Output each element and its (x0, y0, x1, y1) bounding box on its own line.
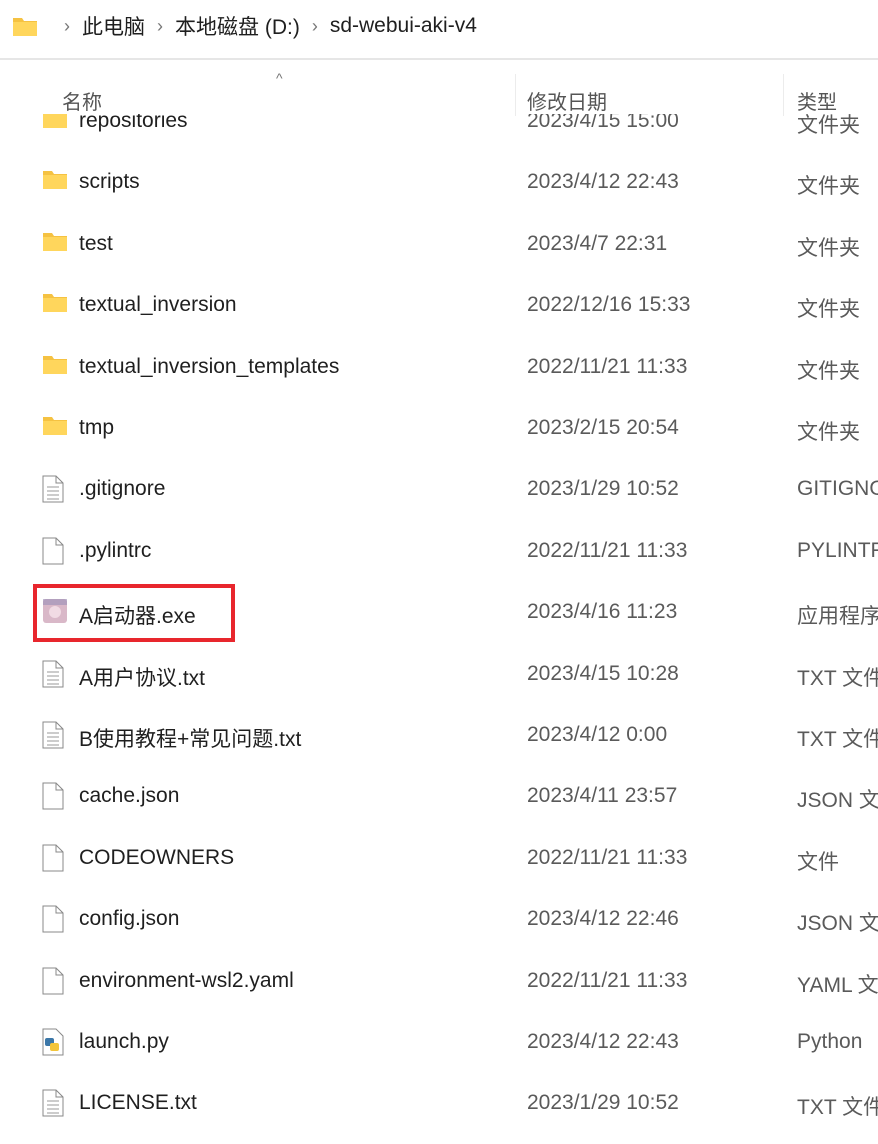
file-row[interactable]: config.json 2023/4/12 22:46 JSON 文 (0, 889, 878, 950)
file-date: 2023/1/29 10:52 (527, 1091, 679, 1115)
file-date: 2022/11/21 11:33 (527, 968, 688, 992)
file-date: 2023/4/12 0:00 (527, 723, 668, 746)
file-type: PYLINTF (797, 538, 878, 562)
file-name: environment-wsl2.yaml (79, 968, 294, 992)
file-type: 应用程序 (797, 605, 878, 629)
file-row[interactable]: CODEOWNERS 2022/11/21 11:33 文件 (0, 828, 878, 889)
column-divider[interactable] (515, 74, 516, 116)
file-type: 文件夹 (797, 298, 860, 322)
blank-file-icon (42, 844, 68, 872)
file-date: 2023/4/7 22:31 (527, 231, 668, 255)
file-name: .gitignore (79, 477, 166, 501)
highlight-box (33, 584, 235, 642)
breadcrumb-item[interactable]: 本地磁盘 (D:) (175, 11, 300, 41)
column-type[interactable]: 类型 (797, 86, 837, 115)
file-name: textual_inversion (79, 293, 237, 317)
file-name: CODEOWNERS (79, 845, 235, 869)
file-row[interactable]: LICENSE.txt 2023/1/29 10:52 TXT 文件 (0, 1073, 878, 1134)
file-date: 2022/11/21 11:33 (527, 354, 688, 378)
breadcrumb-item[interactable]: sd-webui-aki-v4 (330, 14, 477, 38)
folder-icon (42, 168, 68, 194)
text-file-icon (42, 475, 68, 503)
folder-icon (42, 230, 68, 256)
file-name: scripts (79, 170, 140, 194)
file-row[interactable]: textual_inversion 2022/12/16 15:33 文件夹 (0, 275, 878, 336)
divider (0, 58, 878, 60)
file-name: .pylintrc (79, 538, 152, 562)
chevron-right-icon: › (157, 15, 163, 36)
column-header: ^ 名称 修改日期 类型 (0, 62, 878, 116)
file-type: Python (797, 1030, 863, 1053)
file-type: 文件夹 (797, 359, 860, 383)
file-date: 2023/1/29 10:52 (527, 477, 679, 501)
file-type: 文件 (797, 850, 839, 874)
text-file-icon (42, 660, 68, 688)
breadcrumb-item[interactable]: 此电脑 (82, 11, 145, 41)
file-type: GITIGNO (797, 477, 878, 501)
folder-icon (42, 414, 68, 440)
file-type: JSON 文 (797, 912, 878, 936)
blank-file-icon (42, 537, 68, 565)
file-name: B使用教程+常见问题.txt (79, 728, 302, 751)
file-name: launch.py (79, 1030, 169, 1053)
file-name: textual_inversion_templates (79, 354, 340, 378)
file-date: 2022/11/21 11:33 (527, 845, 688, 869)
blank-file-icon (42, 967, 68, 995)
file-row[interactable]: A用户协议.txt 2023/4/15 10:28 TXT 文件 (0, 644, 878, 705)
folder-icon (13, 18, 37, 36)
file-name: test (79, 231, 113, 255)
folder-icon (42, 353, 68, 379)
sort-ascending-icon: ^ (276, 70, 283, 86)
file-type: JSON 文 (797, 789, 878, 813)
file-type: TXT 文件 (797, 666, 878, 690)
file-date: 2023/4/11 23:57 (527, 784, 678, 808)
column-date[interactable]: 修改日期 (527, 86, 607, 115)
file-type: YAML 文 (797, 973, 878, 997)
file-type: 文件夹 (797, 175, 860, 199)
file-row[interactable]: launch.py 2023/4/12 22:43 Python (0, 1012, 878, 1073)
file-row[interactable]: environment-wsl2.yaml 2022/11/21 11:33 YAM… (0, 951, 878, 1012)
file-row[interactable]: .pylintrc 2022/11/21 11:33 PYLINTF (0, 521, 878, 582)
file-name: A用户协议.txt (79, 666, 206, 690)
file-name: cache.json (79, 784, 180, 808)
file-date: 2023/4/12 22:46 (527, 907, 679, 931)
file-name: config.json (79, 907, 180, 931)
file-type: TXT 文件 (797, 1096, 878, 1120)
file-type: 文件夹 (797, 421, 860, 444)
file-name: LICENSE.txt (79, 1091, 197, 1115)
file-name: tmp (79, 416, 115, 439)
file-type: TXT 文件 (797, 728, 878, 751)
file-row[interactable]: scripts 2023/4/12 22:43 文件夹 (0, 152, 878, 213)
file-date: 2023/4/16 11:23 (527, 600, 678, 624)
python-icon (42, 1028, 68, 1056)
text-file-icon (42, 721, 68, 749)
file-row[interactable]: textual_inversion_templates 2022/11/21 11… (0, 337, 878, 398)
column-divider[interactable] (783, 74, 784, 116)
file-row[interactable]: .gitignore 2023/1/29 10:52 GITIGNO (0, 459, 878, 520)
file-row[interactable]: test 2023/4/7 22:31 文件夹 (0, 214, 878, 275)
file-date: 2023/2/15 20:54 (527, 416, 679, 439)
folder-icon (42, 291, 68, 317)
blank-file-icon (42, 905, 68, 933)
file-row[interactable]: tmp 2023/2/15 20:54 文件夹 (0, 398, 878, 459)
file-row[interactable]: cache.json 2023/4/11 23:57 JSON 文 (0, 766, 878, 827)
file-row[interactable]: B使用教程+常见问题.txt 2023/4/12 0:00 TXT 文件 (0, 705, 878, 766)
file-date: 2023/4/12 22:43 (527, 1030, 679, 1053)
file-date: 2023/4/15 10:28 (527, 661, 679, 685)
file-date: 2022/12/16 15:33 (527, 293, 691, 317)
text-file-icon (42, 1089, 68, 1117)
file-date: 2022/11/21 11:33 (527, 538, 688, 562)
chevron-right-icon: › (64, 15, 70, 36)
column-name[interactable]: 名称 (62, 86, 102, 115)
breadcrumb: › 此电脑 › 本地磁盘 (D:) › sd-webui-aki-v4 (0, 0, 878, 52)
chevron-right-icon: › (311, 15, 318, 36)
file-type: 文件夹 (797, 236, 860, 260)
blank-file-icon (42, 782, 68, 810)
file-date: 2023/4/12 22:43 (527, 170, 679, 194)
